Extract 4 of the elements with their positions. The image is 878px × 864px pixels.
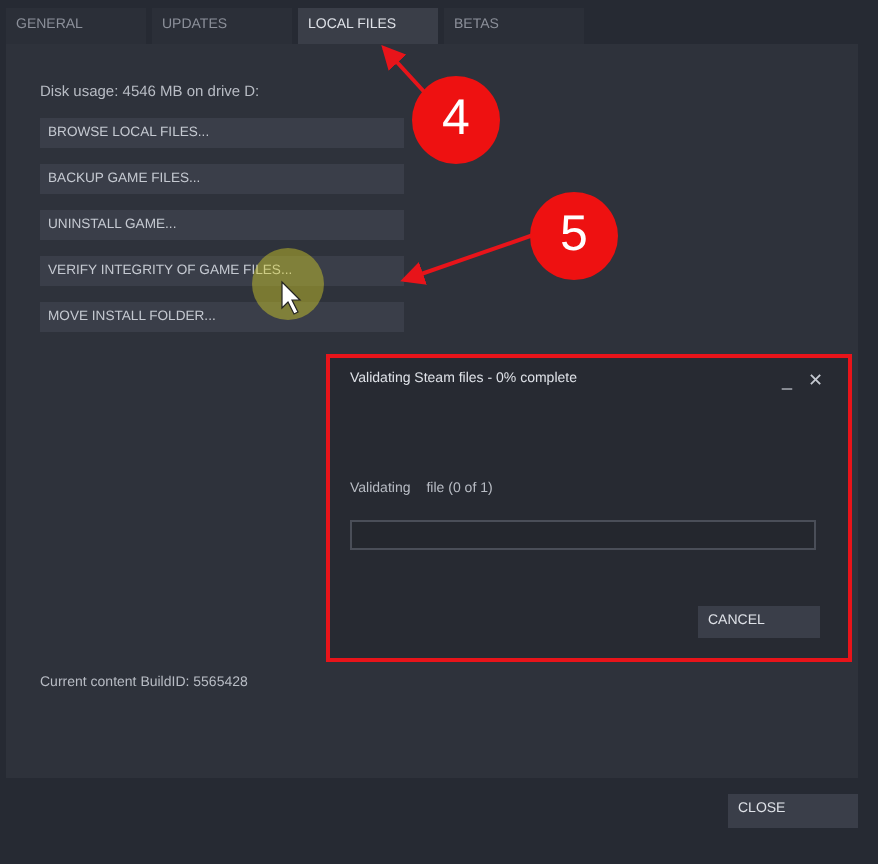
arrow [381,45,430,98]
close-button[interactable]: ✕ [808,371,824,390]
cursor-icon [281,280,302,315]
minimize-button[interactable]: _ [781,371,792,390]
